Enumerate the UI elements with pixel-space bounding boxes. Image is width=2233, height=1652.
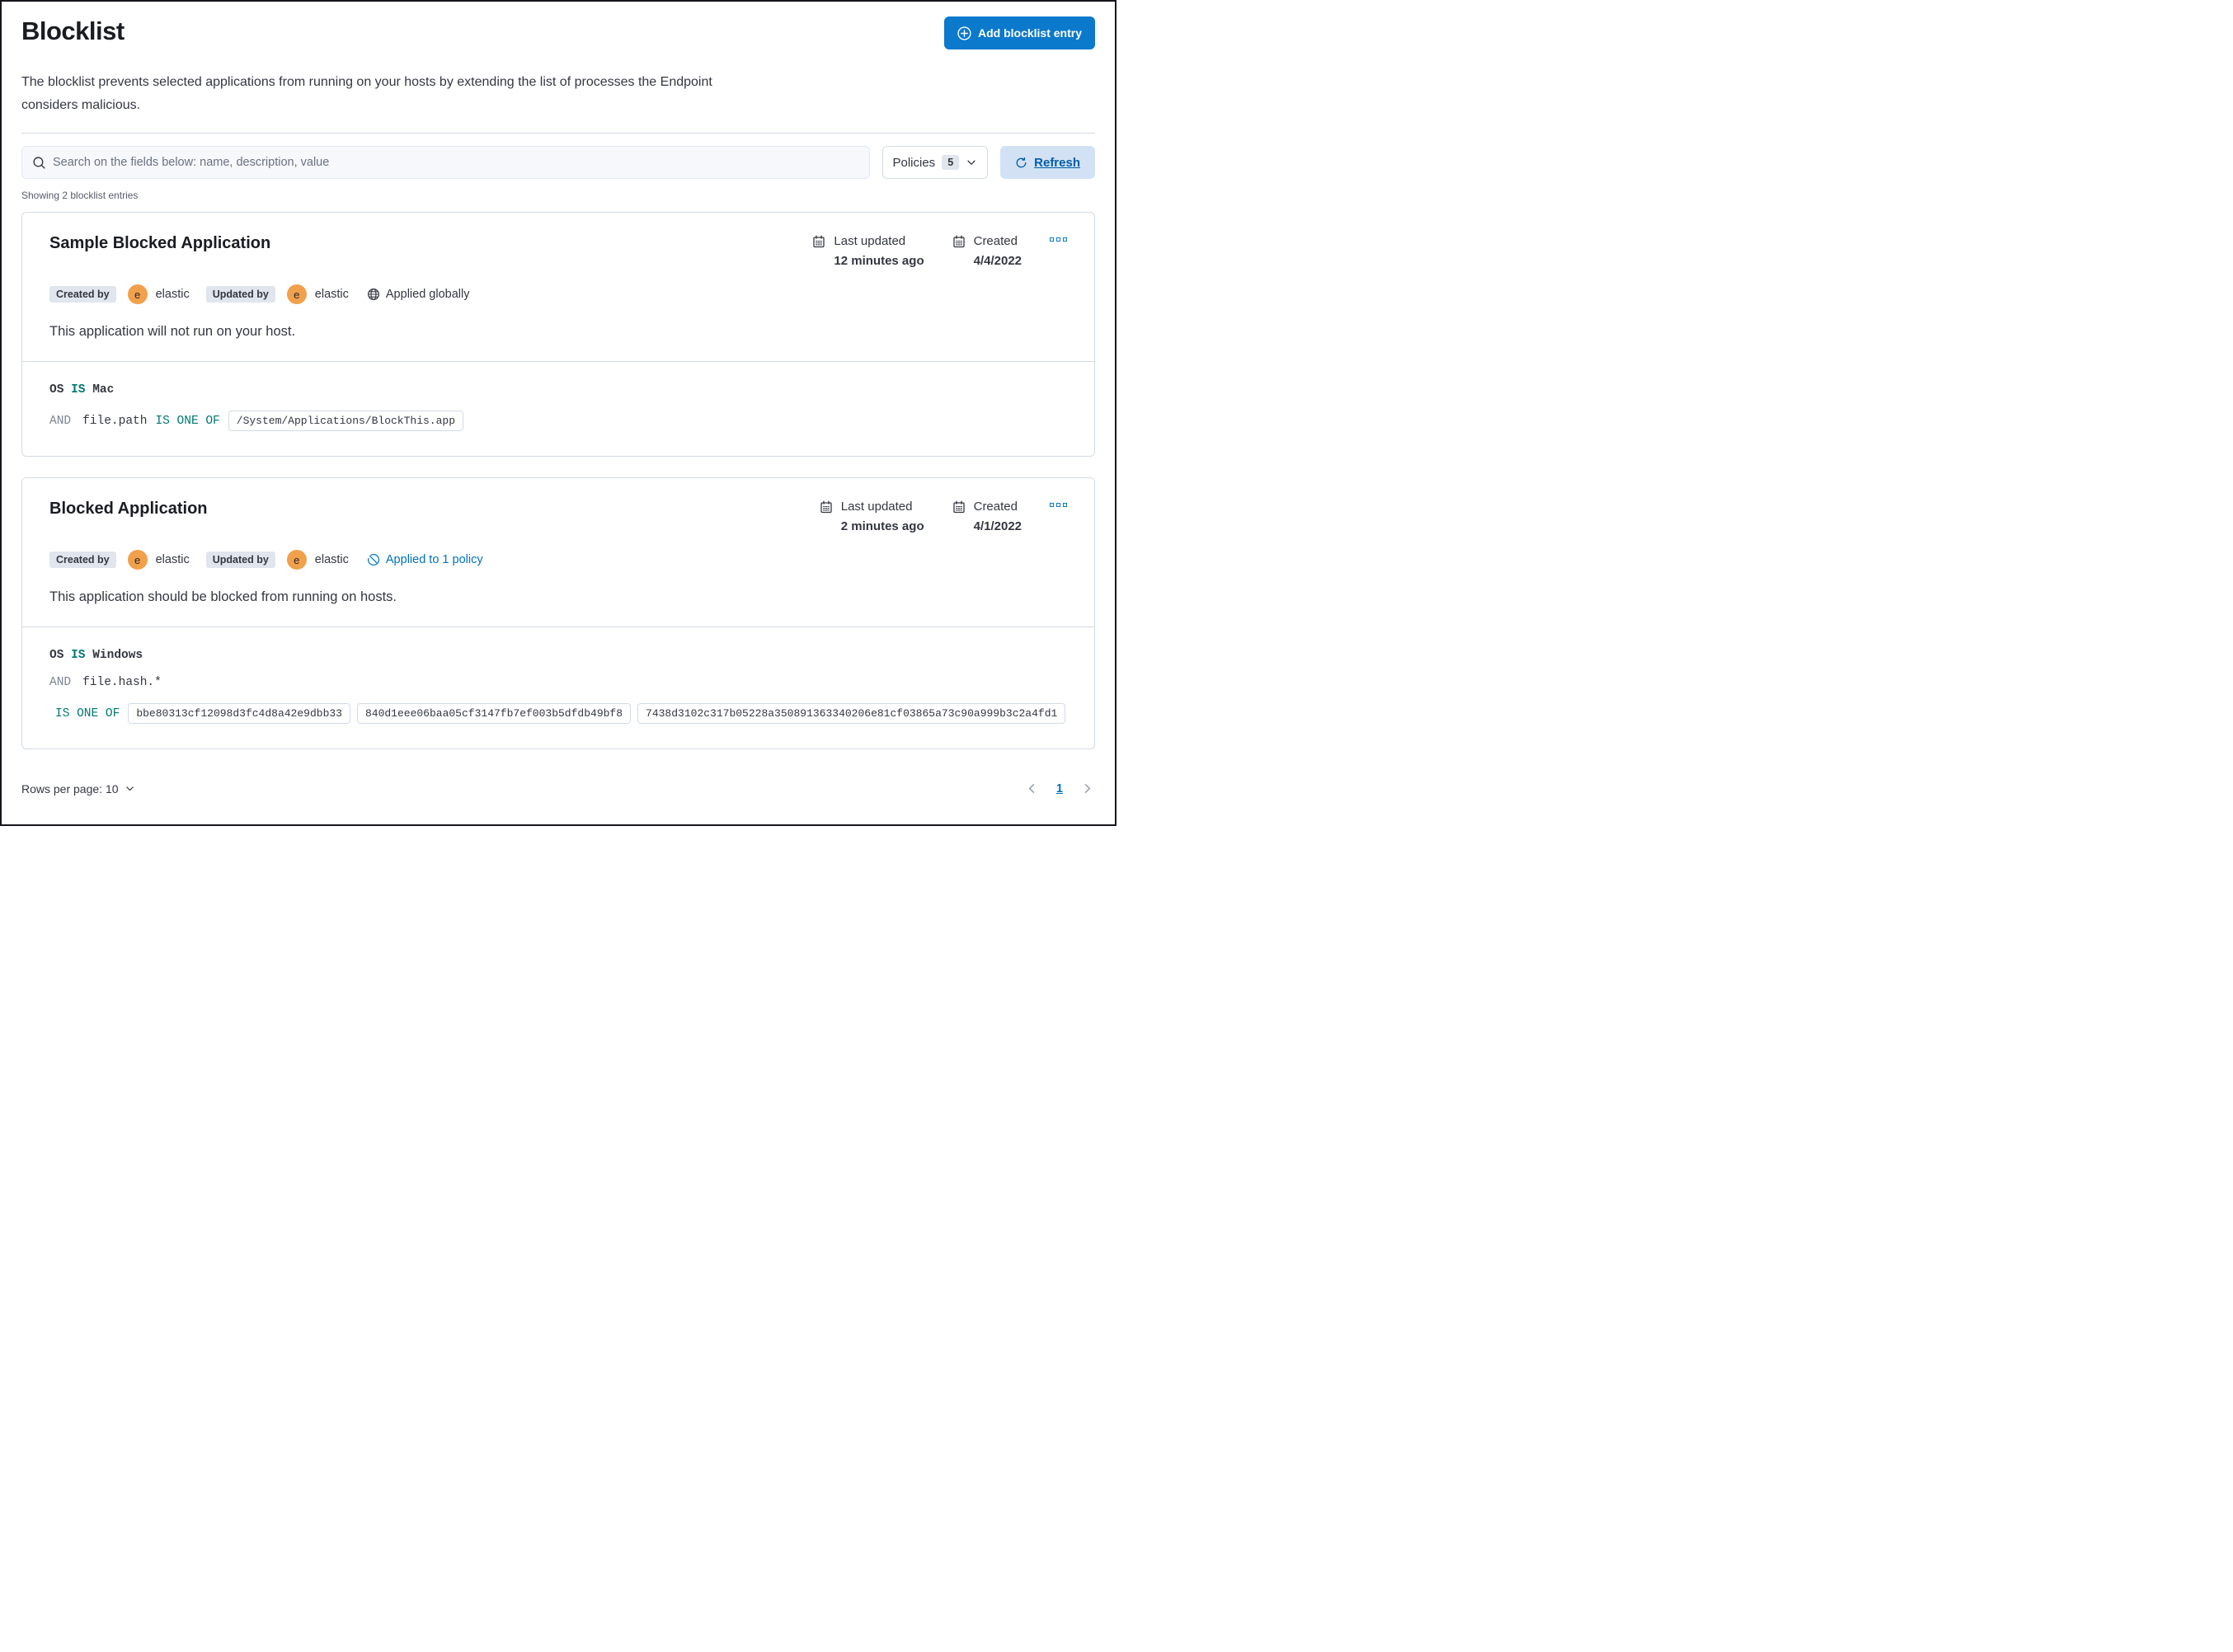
plus-circle-icon [957,26,971,40]
created-by-user: elastic [155,553,190,567]
created-value: 4/4/2022 [973,254,1022,269]
last-updated-value: 12 minutes ago [834,254,924,269]
entry-actions-menu-button[interactable] [1050,234,1067,242]
created-by-badge: Created by [49,551,116,569]
policies-filter-button[interactable]: Policies 5 [881,146,989,180]
partial-policy-icon [367,553,380,566]
last-updated-value: 2 minutes ago [840,519,924,534]
applied-policies-link[interactable]: Applied to 1 policy [367,553,483,566]
condition-operator: IS ONE OF [55,706,120,720]
updated-by-badge: Updated by [205,551,275,569]
next-page-button[interactable] [1079,781,1095,796]
search-input[interactable] [53,156,859,170]
condition-value-pill: bbe80313cf12098d3fc4d8a42e9dbb33 [128,703,350,725]
scope-label: Applied to 1 policy [385,553,483,567]
entry-title: Sample Blocked Application [49,234,271,253]
condition-value-pill: 7438d3102c317b05228a350891363340206e81cf… [637,703,1066,725]
updated-by-user: elastic [314,553,349,567]
created-block: Created 4/1/2022 [952,500,1022,533]
page-number-button[interactable]: 1 [1056,782,1063,795]
entry-meta-row: Created by e elastic Updated by e elasti… [49,284,1067,305]
page-title: Blocklist [21,16,125,45]
created-by-user: elastic [155,288,190,302]
os-operator: IS [71,383,86,397]
os-field: OS [49,649,64,663]
condition-value-pill: 840d1eee06baa05cf3147fb7ef003b5dfdb49bf8 [356,703,632,725]
entries-count-text: Showing 2 blocklist entries [21,190,139,202]
criteria-condition-line: AND file.path IS ONE OF /System/Applicat… [49,411,1067,432]
condition-field: file.hash.* [82,676,162,690]
entry-dates: Last updated 12 minutes ago Created 4/4/… [812,234,1067,268]
condition-value-pill: /System/Applications/BlockThis.app [228,411,464,432]
condition-field: file.path [82,414,148,428]
created-label: Created [973,500,1018,514]
globe-icon [367,288,380,301]
blocklist-page: Blocklist Add blocklist entry The blockl… [0,0,1116,826]
page-header: Blocklist Add blocklist entry [21,16,1095,49]
rows-per-page-label: Rows per page: 10 [21,781,119,795]
previous-page-button[interactable] [1024,781,1040,796]
entry-title: Blocked Application [49,500,208,519]
condition-conjunction: AND [49,676,72,690]
toolbar: Policies 5 Refresh [21,146,1095,180]
entry-description: This application will not run on your ho… [49,324,296,340]
pagination: 1 [1024,781,1095,796]
scope-global: Applied globally [367,288,470,302]
last-updated-label: Last updated [834,234,906,249]
calendar-icon [952,235,966,248]
entry-criteria: OS IS Windows AND file.hash.* IS ONE OF … [22,627,1094,749]
os-operator: IS [71,649,86,663]
created-block: Created 4/4/2022 [952,234,1022,268]
policies-filter-label: Policies [892,155,936,170]
scope-label: Applied globally [385,288,470,302]
criteria-values-line: IS ONE OF bbe80313cf12098d3fc4d8a42e9dbb… [55,703,1067,725]
calendar-icon [820,500,833,514]
list-footer: Rows per page: 10 1 [21,781,1095,796]
entry-description: This application should be blocked from … [49,589,397,605]
blocklist-entry-card: Sample Blocked Application Last updated … [21,212,1095,458]
refresh-icon [1015,157,1027,169]
created-label: Created [973,234,1018,249]
condition-conjunction: AND [49,414,72,428]
chevron-down-icon [966,157,977,168]
last-updated-label: Last updated [840,500,913,514]
entry-actions-menu-button[interactable] [1050,500,1067,508]
last-updated-block: Last updated 12 minutes ago [812,234,924,268]
header-divider [21,133,1095,134]
avatar: e [127,284,148,305]
criteria-os-line: OS IS Windows [49,649,1067,662]
refresh-button[interactable]: Refresh [1000,146,1095,180]
boxes-horizontal-icon [1050,237,1054,242]
avatar: e [286,550,307,570]
rows-per-page-button[interactable]: Rows per page: 10 [21,782,135,795]
entry-meta-row: Created by e elastic Updated by e elasti… [49,550,1067,570]
os-field: OS [49,383,64,397]
search-icon [32,156,46,170]
updated-by-user: elastic [314,288,349,302]
avatar: e [286,284,307,305]
entry-criteria: OS IS Mac AND file.path IS ONE OF /Syste… [22,361,1094,456]
chevron-down-icon [125,783,135,794]
search-box[interactable] [21,146,870,180]
criteria-os-line: OS IS Mac [49,383,1067,397]
last-updated-block: Last updated 2 minutes ago [820,500,924,533]
updated-by-badge: Updated by [205,286,275,303]
boxes-horizontal-icon [1050,503,1054,508]
avatar: e [127,550,148,570]
calendar-icon [952,500,966,514]
page-description: The blocklist prevents selected applicat… [21,75,712,112]
os-value: Mac [92,383,115,397]
blocklist-entry-card: Blocked Application Last updated 2 minut… [21,477,1095,750]
refresh-label: Refresh [1034,155,1080,170]
created-by-badge: Created by [49,286,116,303]
calendar-icon [812,235,825,248]
condition-operator: IS ONE OF [155,414,220,428]
created-value: 4/1/2022 [973,519,1022,534]
entry-dates: Last updated 2 minutes ago Created 4/1/2… [820,500,1067,533]
os-value: Windows [92,649,143,663]
add-blocklist-entry-label: Add blocklist entry [977,26,1082,40]
add-blocklist-entry-button[interactable]: Add blocklist entry [943,16,1095,49]
policies-count-badge: 5 [942,155,960,171]
criteria-condition-line: AND file.hash.* [49,676,1067,689]
